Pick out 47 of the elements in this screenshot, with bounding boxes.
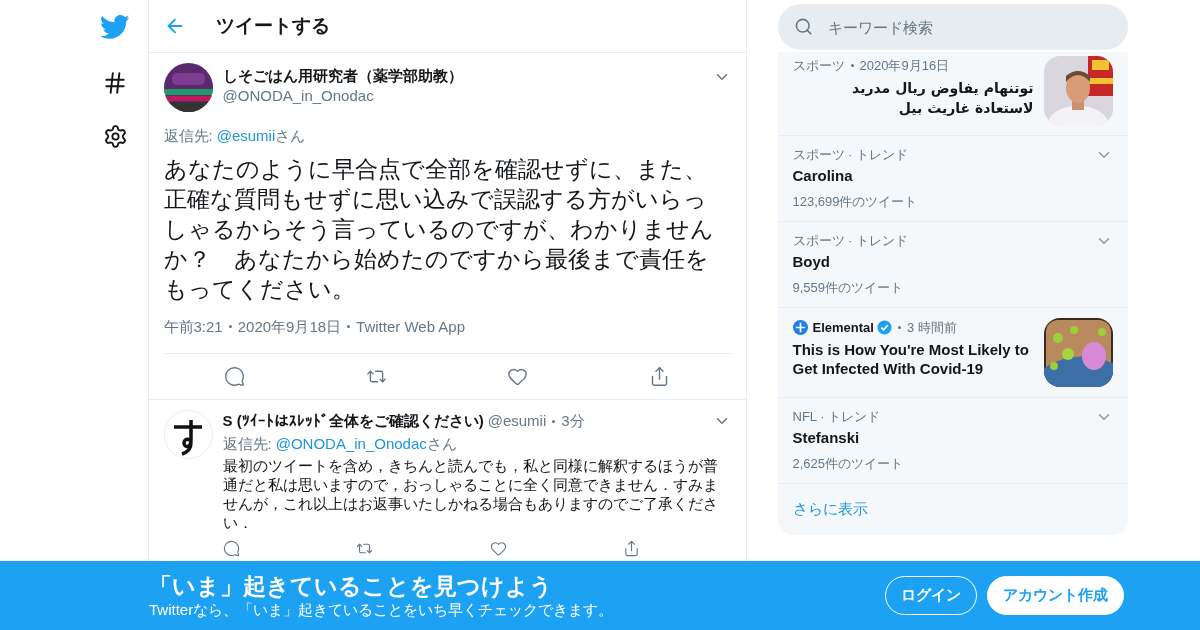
author-handle[interactable]: @esumii	[487, 410, 547, 433]
news-source: Elemental	[812, 319, 874, 337]
reply-label: 返信先:	[222, 433, 272, 454]
mention-link[interactable]: @ONODA_in_Onodac	[275, 432, 427, 455]
trend-name[interactable]: Carolina	[792, 165, 1095, 187]
tweet-text: 最初のツイートを含め，きちんと読んでも，私と同様に解釈するほうが普通だと私は思いますので，おっしゃることに全く同意できません．すみませんが，これ以上はお返事いたしかねる場合もありますのでご了承ください．	[222, 456, 719, 532]
reply-icon[interactable]	[223, 366, 245, 387]
tweet-meta: 午前3:21	[163, 316, 223, 337]
tweet-count: 2,625件のツイート	[792, 455, 905, 473]
tweet-time[interactable]: 3分	[561, 410, 585, 433]
honorific: さん	[275, 126, 306, 146]
sign-up-button[interactable]: アカウント作成	[987, 576, 1124, 615]
trend-category: スポーツ · トレンド	[792, 232, 910, 250]
tweet-text: あなたのように早合点で全部を確認せずに、また、正確な質問もせずに思い込みで誤認する方がいらっしゃるからそう言っているのですが、わかりませんか？ あなたから始めたのですから最後まで責任をもってください。	[163, 154, 715, 304]
share-icon[interactable]	[623, 540, 641, 557]
search-icon	[793, 17, 813, 36]
reply-icon[interactable]	[222, 540, 240, 557]
trend-category: NFL · トレンド	[792, 408, 882, 426]
like-icon[interactable]	[489, 540, 507, 557]
bird-logo-icon[interactable]	[100, 12, 130, 42]
reply-label: 返信先:	[163, 126, 213, 146]
tweet-count: 123,699件のツイート	[792, 193, 919, 211]
tweet-meta: 2020年9月18日	[237, 316, 342, 337]
author-name[interactable]: しそごはん用研究者（薬学部助教）	[222, 66, 703, 86]
mention-link[interactable]: @esumii	[216, 125, 276, 148]
banner-subtitle: Twitterなら、「いま」起きていることをいち早くチェックできます。	[149, 599, 614, 620]
trend-category: スポーツ	[792, 57, 845, 75]
author-handle[interactable]: @ONODA_in_Onodac	[222, 86, 703, 106]
search-field[interactable]: キーワード検索	[777, 4, 1128, 50]
tweet-meta[interactable]: Twitter Web App	[356, 315, 466, 338]
honorific: さん	[426, 433, 457, 454]
tweet-count: 9,559件のツイート	[792, 279, 905, 297]
show-more-link[interactable]: さらに表示	[777, 484, 1128, 535]
settings-icon[interactable]	[102, 124, 128, 149]
trend-name[interactable]: Stefanski	[792, 427, 1095, 449]
trend-name[interactable]: Boyd	[792, 251, 1095, 273]
hashtag-icon[interactable]	[102, 70, 128, 96]
trend-time: 2020年9月16日	[859, 57, 950, 75]
trend-category: スポーツ · トレンド	[792, 146, 910, 164]
news-headline[interactable]: توتنهام يفاوض ريال مدريد لاستعادة غاريث بيل	[792, 77, 1034, 118]
plus-icon	[792, 320, 808, 336]
author-name[interactable]: S (ﾂｲｰﾄはｽﾚｯﾄﾞ全体をご確認ください)	[222, 410, 484, 433]
trend-time: 3 時間前	[906, 319, 957, 337]
page-title: ツイートする	[215, 13, 330, 38]
news-headline[interactable]: This is How You're Most Likely to Get Infected With Covid-19	[792, 339, 1034, 378]
like-icon[interactable]	[507, 366, 529, 387]
banner-title: 「いま」起きていることを見つけよう	[149, 571, 554, 600]
